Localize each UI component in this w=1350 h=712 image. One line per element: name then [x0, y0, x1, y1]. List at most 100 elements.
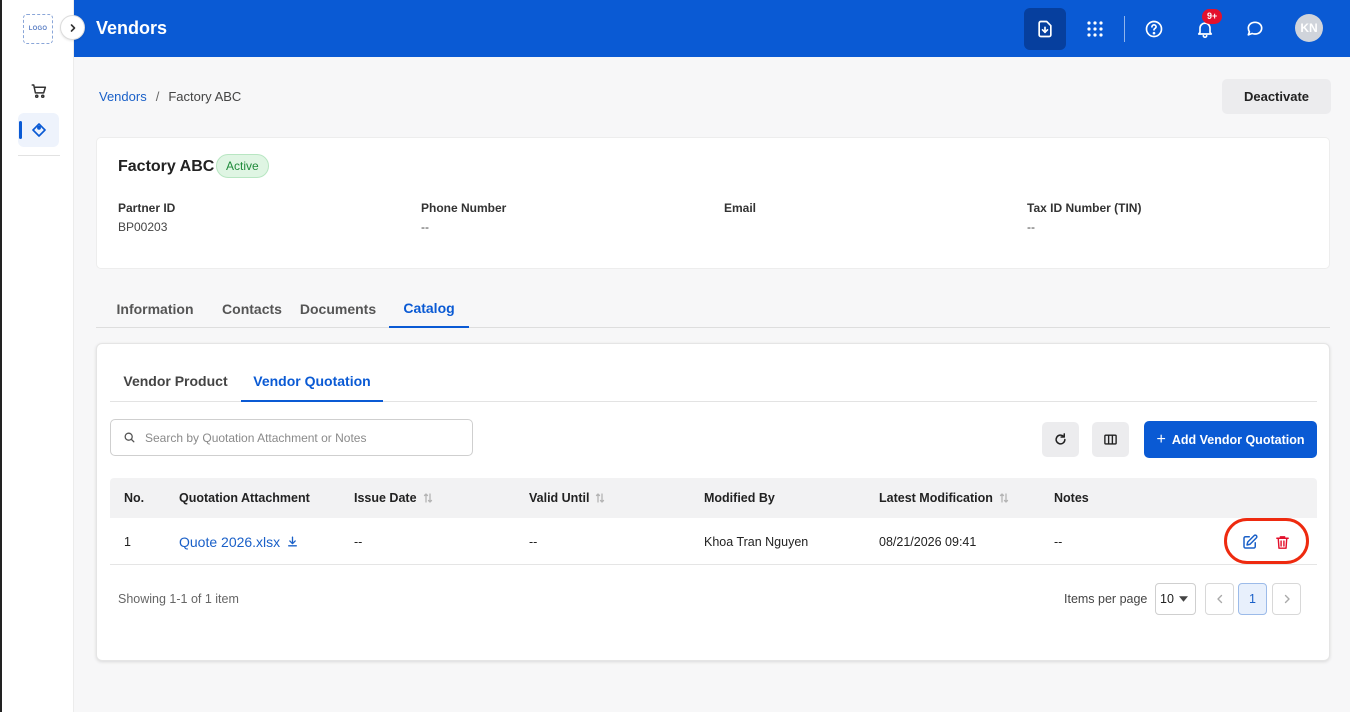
column-label: Issue Date: [354, 491, 417, 505]
pagination-summary: Showing 1-1 of 1 item: [118, 592, 239, 606]
tab-contacts[interactable]: Contacts: [213, 290, 291, 327]
column-header-attachment: Quotation Attachment: [179, 478, 310, 518]
apps-menu-button[interactable]: [1074, 8, 1116, 50]
field-phone-number: Phone Number --: [421, 201, 506, 234]
shopping-cart-icon: [31, 84, 46, 99]
column-header-latest-modification[interactable]: Latest Modification: [879, 478, 1009, 518]
deactivate-button[interactable]: Deactivate: [1222, 79, 1331, 114]
sidebar: LOGO: [2, 0, 74, 712]
app-logo: LOGO: [23, 14, 53, 44]
column-settings-button[interactable]: [1092, 422, 1129, 457]
trash-icon: [1275, 535, 1289, 549]
refresh-button[interactable]: [1042, 422, 1079, 457]
vendor-name: Factory ABC: [118, 158, 215, 175]
sort-icon[interactable]: [423, 492, 433, 504]
tab-vendor-quotation[interactable]: Vendor Quotation: [241, 361, 383, 402]
sidebar-divider: [18, 155, 60, 156]
search-input[interactable]: [145, 430, 445, 445]
top-header: Vendors 9+ KN: [74, 0, 1350, 57]
page-button-1[interactable]: 1: [1238, 583, 1267, 615]
chevron-right-icon: [1284, 594, 1290, 604]
field-label: Tax ID Number (TIN): [1027, 201, 1142, 215]
edit-icon: [1243, 534, 1258, 549]
column-header-valid-until[interactable]: Valid Until: [529, 478, 605, 518]
tab-catalog[interactable]: Catalog: [389, 290, 469, 328]
field-label: Email: [724, 201, 757, 215]
attachment-filename[interactable]: Quote 2026.xlsx: [179, 534, 280, 550]
items-per-page-value: 10: [1160, 592, 1174, 606]
column-label: No.: [124, 491, 145, 505]
items-per-page-label: Items per page: [1064, 592, 1148, 606]
tab-information[interactable]: Information: [110, 290, 200, 327]
add-button-label: Add Vendor Quotation: [1171, 432, 1305, 447]
next-page-button[interactable]: [1272, 583, 1301, 615]
add-vendor-quotation-button[interactable]: + Add Vendor Quotation: [1144, 421, 1317, 458]
sidebar-item-orders[interactable]: [18, 74, 59, 108]
table-header: No. Quotation Attachment Issue Date Vali…: [110, 478, 1317, 518]
field-label: Partner ID: [118, 201, 176, 215]
main-tabs: Information Contacts Documents Catalog: [96, 290, 1330, 328]
messages-button[interactable]: [1234, 8, 1276, 50]
chat-bubble-icon: [1247, 21, 1263, 36]
user-avatar[interactable]: KN: [1295, 14, 1323, 42]
field-partner-id: Partner ID BP00203: [118, 201, 175, 234]
search-icon: [124, 432, 135, 443]
items-per-page-select[interactable]: 10: [1155, 583, 1196, 615]
status-badge: Active: [216, 154, 269, 178]
column-header-notes: Notes: [1054, 478, 1089, 518]
caret-down-icon: [1178, 596, 1188, 602]
file-download-icon: [1038, 20, 1052, 38]
notification-count-badge: 9+: [1202, 9, 1223, 24]
attachment-link[interactable]: Quote 2026.xlsx: [179, 518, 299, 565]
cell-valid-until: --: [529, 534, 538, 549]
tab-documents[interactable]: Documents: [300, 290, 376, 327]
chevron-right-icon: [70, 23, 75, 32]
column-label: Modified By: [704, 491, 775, 505]
field-value: BP00203: [118, 220, 168, 234]
breadcrumb-separator: /: [155, 89, 160, 104]
field-value: --: [421, 220, 429, 234]
column-label: Valid Until: [529, 491, 590, 505]
edit-button[interactable]: [1240, 532, 1260, 552]
plus-icon: +: [1156, 430, 1166, 448]
previous-page-button[interactable]: [1205, 583, 1234, 615]
field-email: Email: [724, 201, 756, 220]
field-tax-id: Tax ID Number (TIN) --: [1027, 201, 1141, 234]
tab-vendor-product[interactable]: Vendor Product: [110, 361, 241, 401]
catalog-sub-tabs: Vendor Product Vendor Quotation: [110, 361, 1317, 402]
page-title: Vendors: [96, 18, 168, 38]
catalog-card: Vendor Product Vendor Quotation + Add Ve…: [96, 343, 1330, 661]
cell-latest-modification: 08/21/2026 09:41: [879, 534, 977, 549]
search-box: [110, 419, 473, 456]
cell-no: 1: [124, 534, 131, 549]
table-row: 1 Quote 2026.xlsx -- -- Khoa Tran Nguyen…: [110, 518, 1317, 565]
tag-icon: [31, 123, 46, 137]
breadcrumb: Vendors / Factory ABC: [99, 89, 241, 104]
breadcrumb-vendors-link[interactable]: Vendors: [99, 89, 147, 104]
cell-notes: --: [1054, 534, 1063, 549]
delete-button[interactable]: [1272, 532, 1292, 552]
column-header-modified-by: Modified By: [704, 478, 775, 518]
download-icon[interactable]: [286, 535, 299, 548]
refresh-icon: [1055, 433, 1066, 445]
sort-icon[interactable]: [999, 492, 1009, 504]
columns-icon: [1104, 434, 1117, 445]
cell-modified-by: Khoa Tran Nguyen: [704, 534, 809, 549]
export-button[interactable]: [1024, 8, 1066, 50]
breadcrumb-current: Factory ABC: [168, 89, 242, 104]
sidebar-expand-button[interactable]: [60, 15, 85, 40]
header-divider: [1124, 16, 1125, 42]
chevron-left-icon: [1216, 594, 1222, 604]
field-label: Phone Number: [421, 201, 507, 215]
cell-issue-date: --: [354, 534, 363, 549]
quotation-table: No. Quotation Attachment Issue Date Vali…: [110, 478, 1317, 565]
column-header-no: No.: [124, 478, 144, 518]
help-button[interactable]: [1133, 8, 1175, 50]
sort-icon[interactable]: [595, 492, 605, 504]
sidebar-active-indicator: [19, 121, 22, 139]
column-label: Quotation Attachment: [179, 491, 310, 505]
column-label: Notes: [1054, 491, 1089, 505]
column-header-issue-date[interactable]: Issue Date: [354, 478, 433, 518]
field-value: --: [1027, 220, 1035, 234]
sidebar-item-vendors[interactable]: [18, 113, 59, 147]
